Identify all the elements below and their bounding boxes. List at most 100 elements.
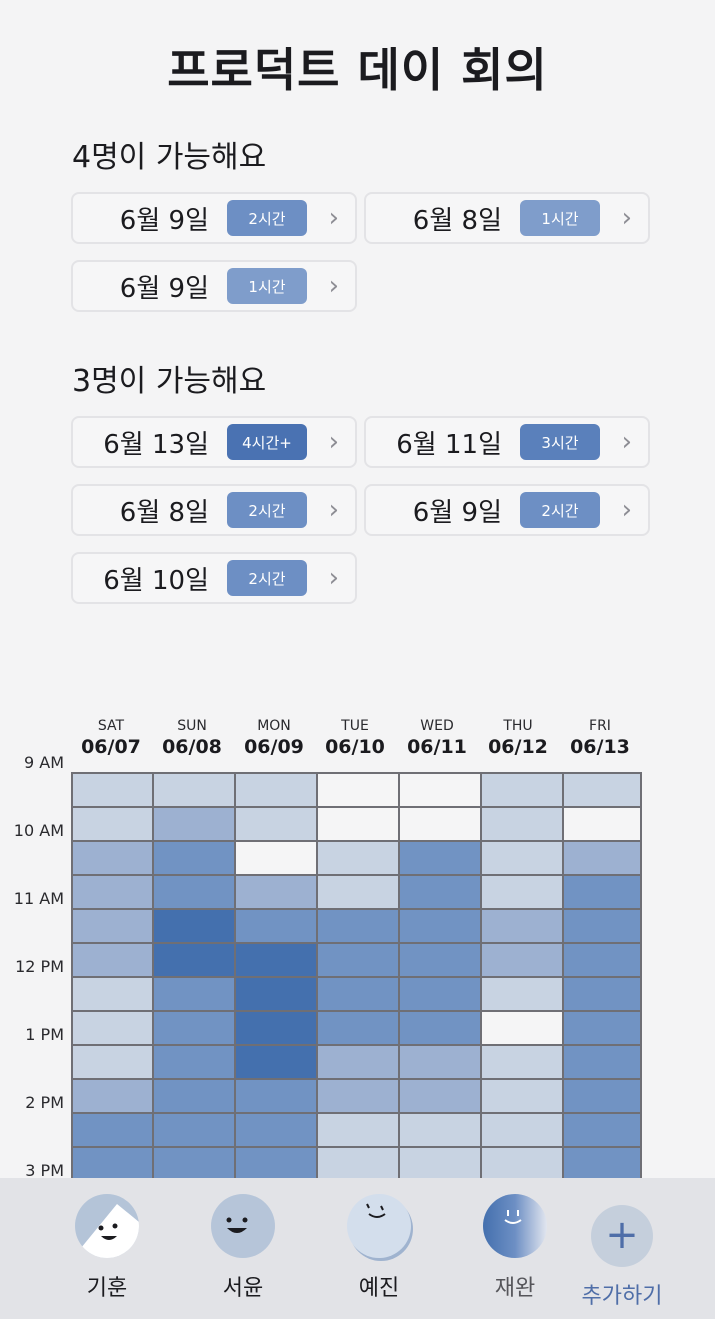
availability-cell[interactable] xyxy=(400,978,480,1010)
availability-cell[interactable] xyxy=(154,774,234,806)
availability-cell[interactable] xyxy=(73,1114,152,1146)
availability-cell[interactable] xyxy=(236,808,316,840)
availability-cell[interactable] xyxy=(400,1148,480,1180)
participant-gihoon[interactable]: 기훈 xyxy=(72,1194,142,1302)
availability-cell[interactable] xyxy=(154,808,234,840)
availability-cell[interactable] xyxy=(482,978,562,1010)
availability-cell[interactable] xyxy=(482,842,562,874)
availability-cell[interactable] xyxy=(318,1046,398,1078)
availability-cell[interactable] xyxy=(73,1012,152,1044)
availability-cell[interactable] xyxy=(236,1114,316,1146)
availability-cell[interactable] xyxy=(482,1046,562,1078)
availability-cell[interactable] xyxy=(400,910,480,942)
availability-cell[interactable] xyxy=(482,876,562,908)
availability-cell[interactable] xyxy=(154,910,234,942)
availability-cell[interactable] xyxy=(564,978,640,1010)
availability-cell[interactable] xyxy=(400,774,480,806)
slot-card[interactable]: 6월 11일 3시간 › xyxy=(364,416,650,468)
availability-cell[interactable] xyxy=(318,842,398,874)
slot-card[interactable]: 6월 9일 2시간 › xyxy=(364,484,650,536)
availability-cell[interactable] xyxy=(236,774,316,806)
availability-cell[interactable] xyxy=(482,944,562,976)
availability-cell[interactable] xyxy=(482,774,562,806)
slot-card[interactable]: 6월 9일 2시간 › xyxy=(71,192,357,244)
availability-cell[interactable] xyxy=(564,842,640,874)
slot-card[interactable]: 6월 9일 1시간 › xyxy=(71,260,357,312)
availability-cell[interactable] xyxy=(318,774,398,806)
availability-cell[interactable] xyxy=(73,842,152,874)
availability-cell[interactable] xyxy=(400,808,480,840)
availability-cell[interactable] xyxy=(73,1046,152,1078)
availability-cell[interactable] xyxy=(73,978,152,1010)
availability-cell[interactable] xyxy=(482,1148,562,1180)
availability-cell[interactable] xyxy=(154,1114,234,1146)
availability-cell[interactable] xyxy=(482,1080,562,1112)
availability-cell[interactable] xyxy=(236,1046,316,1078)
add-participant-button[interactable]: + xyxy=(591,1205,653,1267)
availability-cell[interactable] xyxy=(236,876,316,908)
availability-cell[interactable] xyxy=(400,1114,480,1146)
participant-name: 예진 xyxy=(358,1276,400,1301)
availability-cell[interactable] xyxy=(564,910,640,942)
availability-cell[interactable] xyxy=(73,1148,152,1180)
availability-cell[interactable] xyxy=(318,910,398,942)
add-participant-label[interactable]: 추가하기 xyxy=(560,1278,684,1310)
availability-cell[interactable] xyxy=(236,1080,316,1112)
availability-cell[interactable] xyxy=(236,944,316,976)
availability-cell[interactable] xyxy=(318,1080,398,1112)
availability-cell[interactable] xyxy=(236,910,316,942)
availability-cell[interactable] xyxy=(400,944,480,976)
availability-cell[interactable] xyxy=(564,1046,640,1078)
availability-cell[interactable] xyxy=(73,774,152,806)
availability-cell[interactable] xyxy=(73,808,152,840)
availability-cell[interactable] xyxy=(318,944,398,976)
availability-cell[interactable] xyxy=(154,1046,234,1078)
availability-cell[interactable] xyxy=(318,876,398,908)
availability-cell[interactable] xyxy=(564,1080,640,1112)
availability-cell[interactable] xyxy=(318,1148,398,1180)
slot-card[interactable]: 6월 8일 2시간 › xyxy=(71,484,357,536)
availability-cell[interactable] xyxy=(400,842,480,874)
availability-cell[interactable] xyxy=(318,1012,398,1044)
availability-cell[interactable] xyxy=(154,1012,234,1044)
availability-cell[interactable] xyxy=(73,1080,152,1112)
availability-cell[interactable] xyxy=(482,1114,562,1146)
availability-cell[interactable] xyxy=(318,808,398,840)
availability-cell[interactable] xyxy=(482,910,562,942)
availability-cell[interactable] xyxy=(400,1012,480,1044)
availability-cell[interactable] xyxy=(154,978,234,1010)
availability-cell[interactable] xyxy=(236,1012,316,1044)
availability-cell[interactable] xyxy=(400,876,480,908)
availability-cell[interactable] xyxy=(318,1114,398,1146)
slot-card[interactable]: 6월 13일 4시간+ › xyxy=(71,416,357,468)
availability-cell[interactable] xyxy=(318,978,398,1010)
availability-cell[interactable] xyxy=(154,876,234,908)
availability-cell[interactable] xyxy=(564,1148,640,1180)
availability-cell[interactable] xyxy=(73,910,152,942)
availability-cell[interactable] xyxy=(564,774,640,806)
participant-jaewan[interactable]: 재완 xyxy=(480,1194,550,1302)
availability-cell[interactable] xyxy=(154,944,234,976)
availability-cell[interactable] xyxy=(564,944,640,976)
availability-cell[interactable] xyxy=(236,842,316,874)
availability-cell[interactable] xyxy=(154,1148,234,1180)
availability-cell[interactable] xyxy=(482,808,562,840)
availability-cell[interactable] xyxy=(564,1012,640,1044)
availability-cell[interactable] xyxy=(564,876,640,908)
availability-cell[interactable] xyxy=(564,1114,640,1146)
availability-cell[interactable] xyxy=(154,842,234,874)
availability-cell[interactable] xyxy=(400,1046,480,1078)
availability-grid[interactable] xyxy=(71,772,642,1192)
availability-cell[interactable] xyxy=(236,1148,316,1180)
availability-cell[interactable] xyxy=(73,944,152,976)
availability-cell[interactable] xyxy=(73,876,152,908)
availability-cell[interactable] xyxy=(400,1080,480,1112)
availability-cell[interactable] xyxy=(564,808,640,840)
participant-seoyun[interactable]: 서윤 xyxy=(208,1194,278,1302)
availability-cell[interactable] xyxy=(154,1080,234,1112)
participant-yejin[interactable]: 예진 xyxy=(344,1194,414,1302)
availability-cell[interactable] xyxy=(482,1012,562,1044)
slot-card[interactable]: 6월 8일 1시간 › xyxy=(364,192,650,244)
slot-card[interactable]: 6월 10일 2시간 › xyxy=(71,552,357,604)
availability-cell[interactable] xyxy=(236,978,316,1010)
